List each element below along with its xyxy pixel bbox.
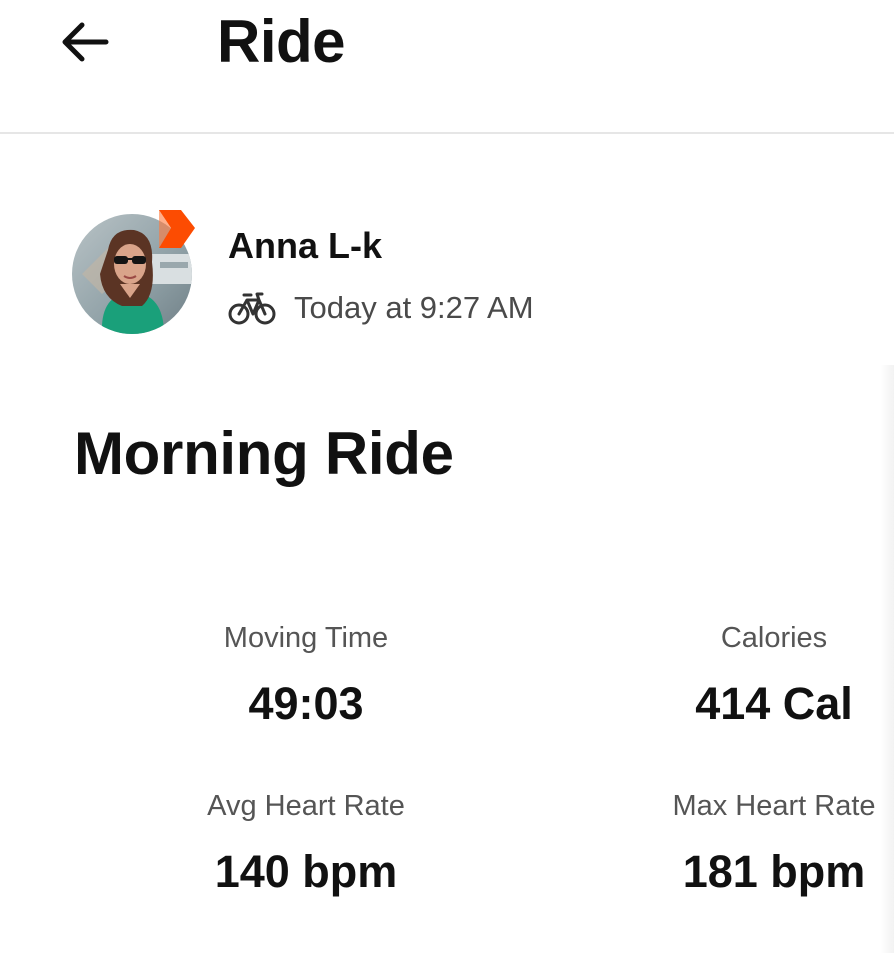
scroll-edge-shadow bbox=[880, 365, 894, 953]
top-app-bar: Ride bbox=[0, 0, 894, 134]
athlete-avatar-group bbox=[70, 208, 200, 338]
back-button[interactable] bbox=[48, 12, 120, 72]
stat-value: 414 Cal bbox=[695, 678, 853, 729]
activity-meta: Today at 9:27 AM bbox=[228, 286, 534, 330]
stat-value: 181 bpm bbox=[682, 846, 866, 897]
stat-max-heart-rate: Max Heart Rate 181 bpm bbox=[624, 786, 894, 902]
arrow-left-icon bbox=[62, 22, 109, 62]
activity-detail-screen: Ride Anna L-k Today at 9:27 AM Morning R… bbox=[0, 0, 894, 953]
bicycle-icon bbox=[228, 292, 276, 325]
stat-avg-heart-rate: Avg Heart Rate 140 bpm bbox=[156, 786, 456, 902]
stat-label: Max Heart Rate bbox=[672, 790, 876, 822]
stat-label: Calories bbox=[720, 622, 828, 654]
stat-calories: Calories 414 Cal bbox=[624, 618, 894, 734]
activity-title: Morning Ride bbox=[74, 420, 454, 487]
stat-label: Moving Time bbox=[223, 622, 389, 654]
activity-timestamp: Today at 9:27 AM bbox=[294, 290, 534, 325]
stat-moving-time: Moving Time 49:03 bbox=[156, 618, 456, 734]
stat-label: Avg Heart Rate bbox=[207, 790, 405, 822]
athlete-name[interactable]: Anna L-k bbox=[228, 224, 382, 268]
page-title: Ride bbox=[217, 8, 346, 75]
strava-subscriber-badge-icon bbox=[159, 210, 195, 248]
stat-value: 49:03 bbox=[248, 678, 364, 729]
stat-value: 140 bpm bbox=[214, 846, 398, 897]
